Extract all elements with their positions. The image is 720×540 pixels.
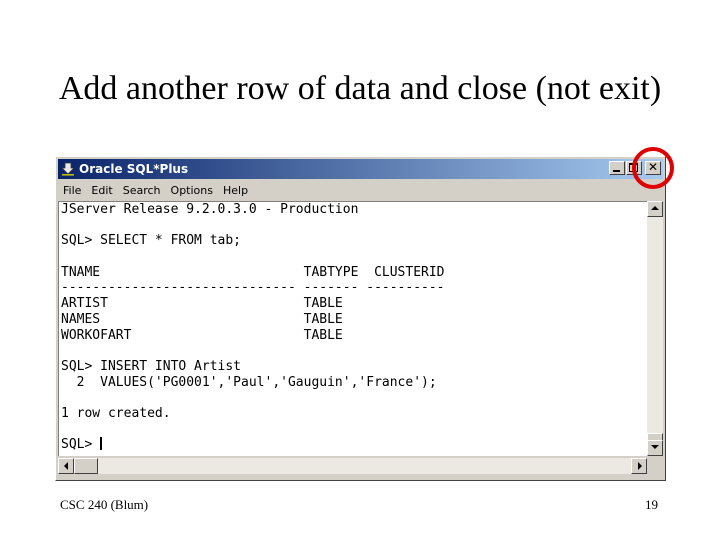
scroll-down-button[interactable] [647,440,663,456]
scroll-up-button[interactable] [647,201,663,217]
text-cursor [100,437,103,451]
download-arrow-icon [61,162,75,176]
arrow-down-icon [651,445,659,449]
menu-file[interactable]: File [58,184,86,197]
minimize-icon [613,170,620,172]
console-line: SQL> SELECT * FROM tab; [61,233,242,249]
console-line: 2 VALUES('PG0001','Paul','Gauguin','Fran… [61,374,437,390]
window-titlebar[interactable]: Oracle SQL*Plus ✕ [58,159,663,179]
page-number: 19 [645,497,658,512]
console-line: NAMES TABLE [61,311,343,327]
close-button-highlight-circle [632,147,674,189]
menu-options[interactable]: Options [166,184,218,197]
window-title: Oracle SQL*Plus [79,162,189,176]
size-grip[interactable] [647,458,663,474]
arrow-up-icon [651,206,659,210]
console-prompt: SQL> [61,437,101,453]
menu-bar: File Edit Search Options Help [58,181,663,199]
menu-edit[interactable]: Edit [86,184,117,197]
console-line: ------------------------------ ------- -… [61,280,445,296]
vertical-scrollbar[interactable] [647,201,663,456]
scroll-left-button[interactable] [58,458,74,474]
footer-course: CSC 240 (Blum) [60,497,149,512]
console-line: SQL> INSERT INTO Artist [61,358,242,374]
console-output[interactable]: JServer Release 9.2.0.3.0 - Production S… [58,201,647,456]
console-line: TNAME TABTYPE CLUSTERID [61,264,445,280]
console-line: JServer Release 9.2.0.3.0 - Production [61,202,359,217]
console-line: ARTIST TABLE [61,296,343,312]
menu-search[interactable]: Search [118,184,166,197]
console-line: WORKOFART TABLE [61,327,343,343]
sqlplus-window: Oracle SQL*Plus ✕ File Edit Search Optio… [55,156,666,481]
horizontal-scrollbar[interactable] [58,458,647,474]
console-prompt-line[interactable]: SQL> [59,437,647,453]
arrow-left-icon [64,462,68,470]
arrow-right-icon [638,462,642,470]
horizontal-scroll-thumb[interactable] [74,458,98,474]
slide-title: Add another row of data and close (not e… [58,70,662,107]
menu-help[interactable]: Help [218,184,253,197]
scroll-right-button[interactable] [631,458,647,474]
minimize-button[interactable] [609,161,625,175]
console-line: 1 row created. [61,405,171,421]
